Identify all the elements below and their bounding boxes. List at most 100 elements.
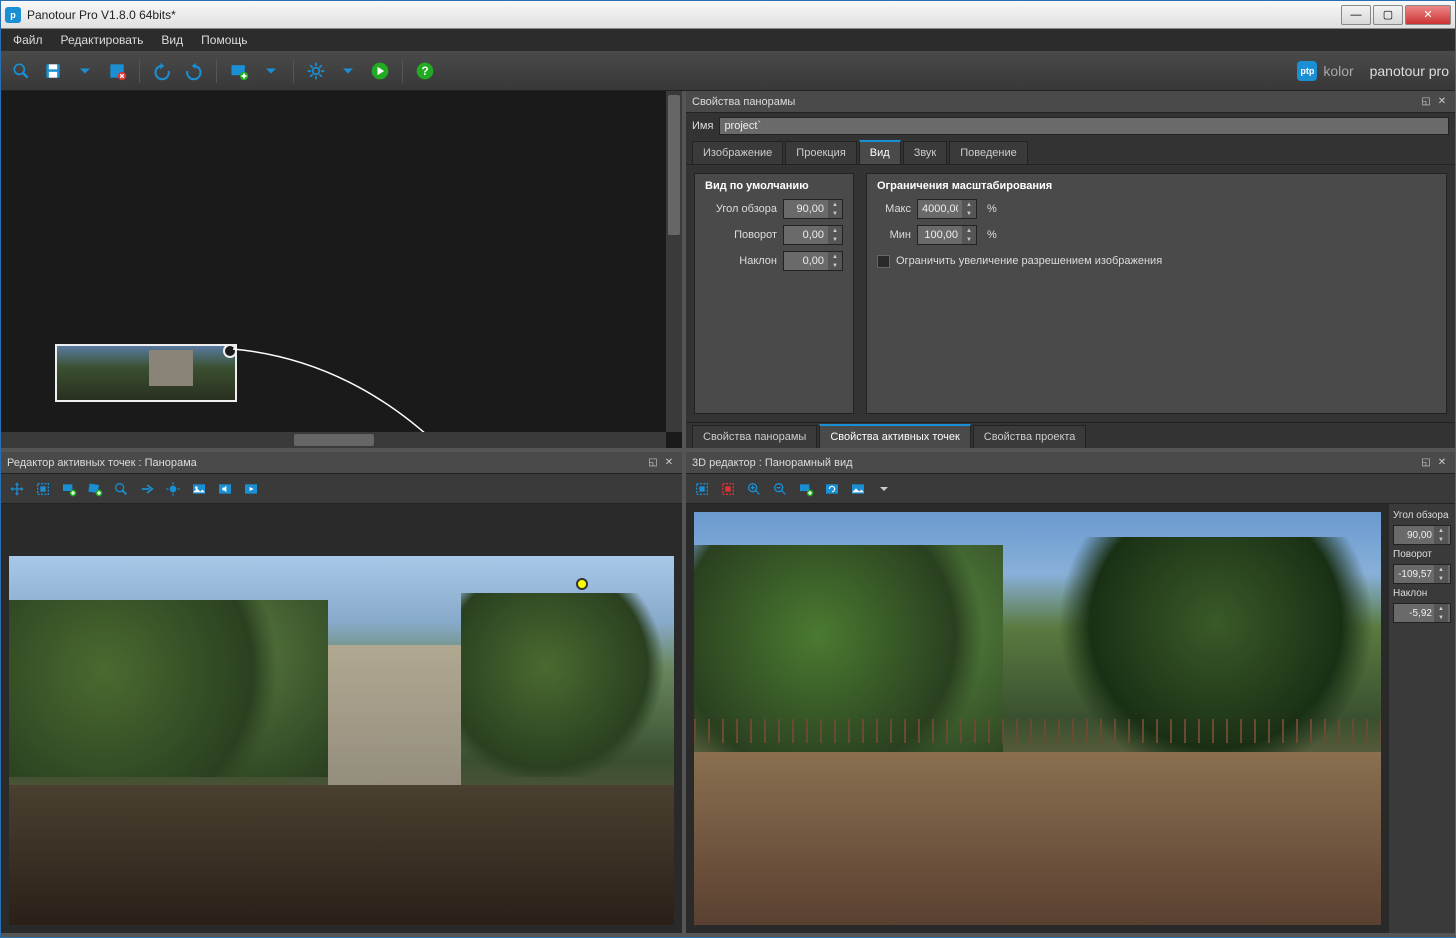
menu-edit[interactable]: Редактировать	[53, 31, 152, 49]
bottom-tab-pano[interactable]: Свойства панорамы	[692, 425, 817, 448]
save-button[interactable]	[39, 57, 67, 85]
default-view-group: Вид по умолчанию Угол обзора ▲▼ Поворот ▲▼…	[694, 173, 854, 414]
add-point-hotspot-icon[interactable]	[57, 477, 81, 501]
hotspot-toolbar	[1, 474, 682, 504]
fov-spinner[interactable]: ▲▼	[783, 199, 843, 219]
properties-panel: Свойства панорамы ◱ ✕ Имя Изображение Пр…	[686, 91, 1455, 448]
panorama-name-input[interactable]	[719, 117, 1449, 135]
vertical-scrollbar[interactable]	[666, 91, 682, 432]
hotspot-editor-panel: Редактор активных точек : Панорама ◱ ✕	[1, 452, 682, 933]
zoom-limits-group: Ограничения масштабирования Макс▲▼% Мин▲…	[866, 173, 1447, 414]
restrict-label: Ограничить увеличение разрешением изобра…	[896, 255, 1162, 267]
picture-tool-icon[interactable]	[187, 477, 211, 501]
default-view-title: Вид по умолчанию	[705, 180, 843, 192]
properties-panel-title: Свойства панорамы	[692, 96, 795, 108]
properties-bottom-tabs: Свойства панорамы Свойства активных точе…	[686, 422, 1455, 448]
svg-text:?: ?	[421, 65, 428, 78]
hotspot-editor-title: Редактор активных точек : Панорама	[7, 457, 197, 469]
image3d-refresh-icon[interactable]	[820, 477, 844, 501]
settings-button[interactable]	[302, 57, 330, 85]
editor-3d-title: 3D редактор : Панорамный вид	[692, 457, 853, 469]
menu-file[interactable]: Файл	[5, 31, 51, 49]
move-tool-icon[interactable]	[5, 477, 29, 501]
brand-label: ptp kolor panotour pro	[1297, 61, 1449, 81]
tab-sound[interactable]: Звук	[903, 141, 948, 164]
zoom3d-in-icon[interactable]	[742, 477, 766, 501]
brand-icon: ptp	[1297, 61, 1317, 81]
editor3d-panel-undock[interactable]: ◱	[1419, 456, 1433, 470]
image3d-dropdown-icon[interactable]	[872, 477, 896, 501]
editor-3d-view[interactable]	[694, 512, 1381, 925]
bottom-tab-hotspots[interactable]: Свойства активных точек	[819, 424, 970, 448]
max-spinner[interactable]: ▲▼	[917, 199, 977, 219]
tour-graph-canvas[interactable]	[1, 91, 682, 448]
editor-3d-panel: 3D редактор : Панорамный вид ◱ ✕	[686, 452, 1455, 933]
tab-projection[interactable]: Проекция	[785, 141, 856, 164]
zoom-limits-title: Ограничения масштабирования	[877, 180, 1436, 192]
window-title: Panotour Pro V1.8.0 64bits*	[27, 8, 1341, 22]
tab-behavior[interactable]: Поведение	[949, 141, 1028, 164]
titlebar: p Panotour Pro V1.8.0 64bits* — ▢ ✕	[1, 1, 1455, 29]
fov3d-label: Угол обзора	[1393, 510, 1451, 521]
property-tabs: Изображение Проекция Вид Звук Поведение	[686, 139, 1455, 165]
minimize-button[interactable]: —	[1341, 5, 1371, 25]
splitter-bottom[interactable]	[1, 933, 1455, 937]
editor-3d-controls: Угол обзора ▲▼ Поворот ▲▼ Наклон ▲▼	[1389, 504, 1455, 933]
add-polygon-hotspot-icon[interactable]	[83, 477, 107, 501]
settings-dropdown[interactable]	[334, 57, 362, 85]
restrict-checkbox[interactable]	[877, 255, 890, 268]
select3d-tool-icon[interactable]	[690, 477, 714, 501]
name-label: Имя	[692, 120, 713, 132]
redo-button[interactable]	[180, 57, 208, 85]
tilt3d-label: Наклон	[1393, 588, 1451, 599]
min-spinner[interactable]: ▲▼	[917, 225, 977, 245]
undo-button[interactable]	[148, 57, 176, 85]
zoom-tool-icon[interactable]	[109, 477, 133, 501]
maximize-button[interactable]: ▢	[1373, 5, 1403, 25]
hotspot-panel-close[interactable]: ✕	[662, 456, 676, 470]
menu-help[interactable]: Помощь	[193, 31, 255, 49]
bottom-tab-project[interactable]: Свойства проекта	[973, 425, 1087, 448]
max-label: Макс	[877, 203, 911, 215]
pan-spinner[interactable]: ▲▼	[783, 225, 843, 245]
pan3d-spinner[interactable]: ▲▼	[1393, 564, 1451, 584]
image3d-add-icon[interactable]	[794, 477, 818, 501]
tilt-spinner[interactable]: ▲▼	[783, 251, 843, 271]
build-button[interactable]	[366, 57, 394, 85]
panel-close-button[interactable]: ✕	[1435, 95, 1449, 109]
min-label: Мин	[877, 229, 911, 241]
menu-view[interactable]: Вид	[153, 31, 191, 49]
tab-image[interactable]: Изображение	[692, 141, 783, 164]
horizontal-scrollbar[interactable]	[1, 432, 666, 448]
delete-button[interactable]	[103, 57, 131, 85]
select3d-red-tool-icon[interactable]	[716, 477, 740, 501]
pan3d-label: Поворот	[1393, 549, 1451, 560]
add-image-button[interactable]	[225, 57, 253, 85]
hotspot-marker[interactable]	[576, 578, 588, 590]
tab-view[interactable]: Вид	[859, 140, 901, 164]
zoom3d-out-icon[interactable]	[768, 477, 792, 501]
link-tool-icon[interactable]	[135, 477, 159, 501]
editor-3d-toolbar	[686, 474, 1455, 504]
video-tool-icon[interactable]	[239, 477, 263, 501]
sound-tool-icon[interactable]	[213, 477, 237, 501]
main-toolbar: ? ptp kolor panotour pro	[1, 51, 1455, 91]
fov-label: Угол обзора	[705, 203, 777, 215]
fov3d-spinner[interactable]: ▲▼	[1393, 525, 1451, 545]
panel-undock-button[interactable]: ◱	[1419, 95, 1433, 109]
add-image-dropdown[interactable]	[257, 57, 285, 85]
editor3d-panel-close[interactable]: ✕	[1435, 456, 1449, 470]
tilt-label: Наклон	[705, 255, 777, 267]
select-tool-icon[interactable]	[31, 477, 55, 501]
panorama-thumbnail-1[interactable]	[55, 344, 237, 402]
help-button[interactable]: ?	[411, 57, 439, 85]
pan-label: Поворот	[705, 229, 777, 241]
lens-flare-icon[interactable]	[161, 477, 185, 501]
tilt3d-spinner[interactable]: ▲▼	[1393, 603, 1451, 623]
close-button[interactable]: ✕	[1405, 5, 1451, 25]
hotspot-panorama-view[interactable]	[9, 556, 674, 925]
new-project-button[interactable]	[7, 57, 35, 85]
hotspot-panel-undock[interactable]: ◱	[646, 456, 660, 470]
image3d-tool-icon[interactable]	[846, 477, 870, 501]
save-dropdown-button[interactable]	[71, 57, 99, 85]
